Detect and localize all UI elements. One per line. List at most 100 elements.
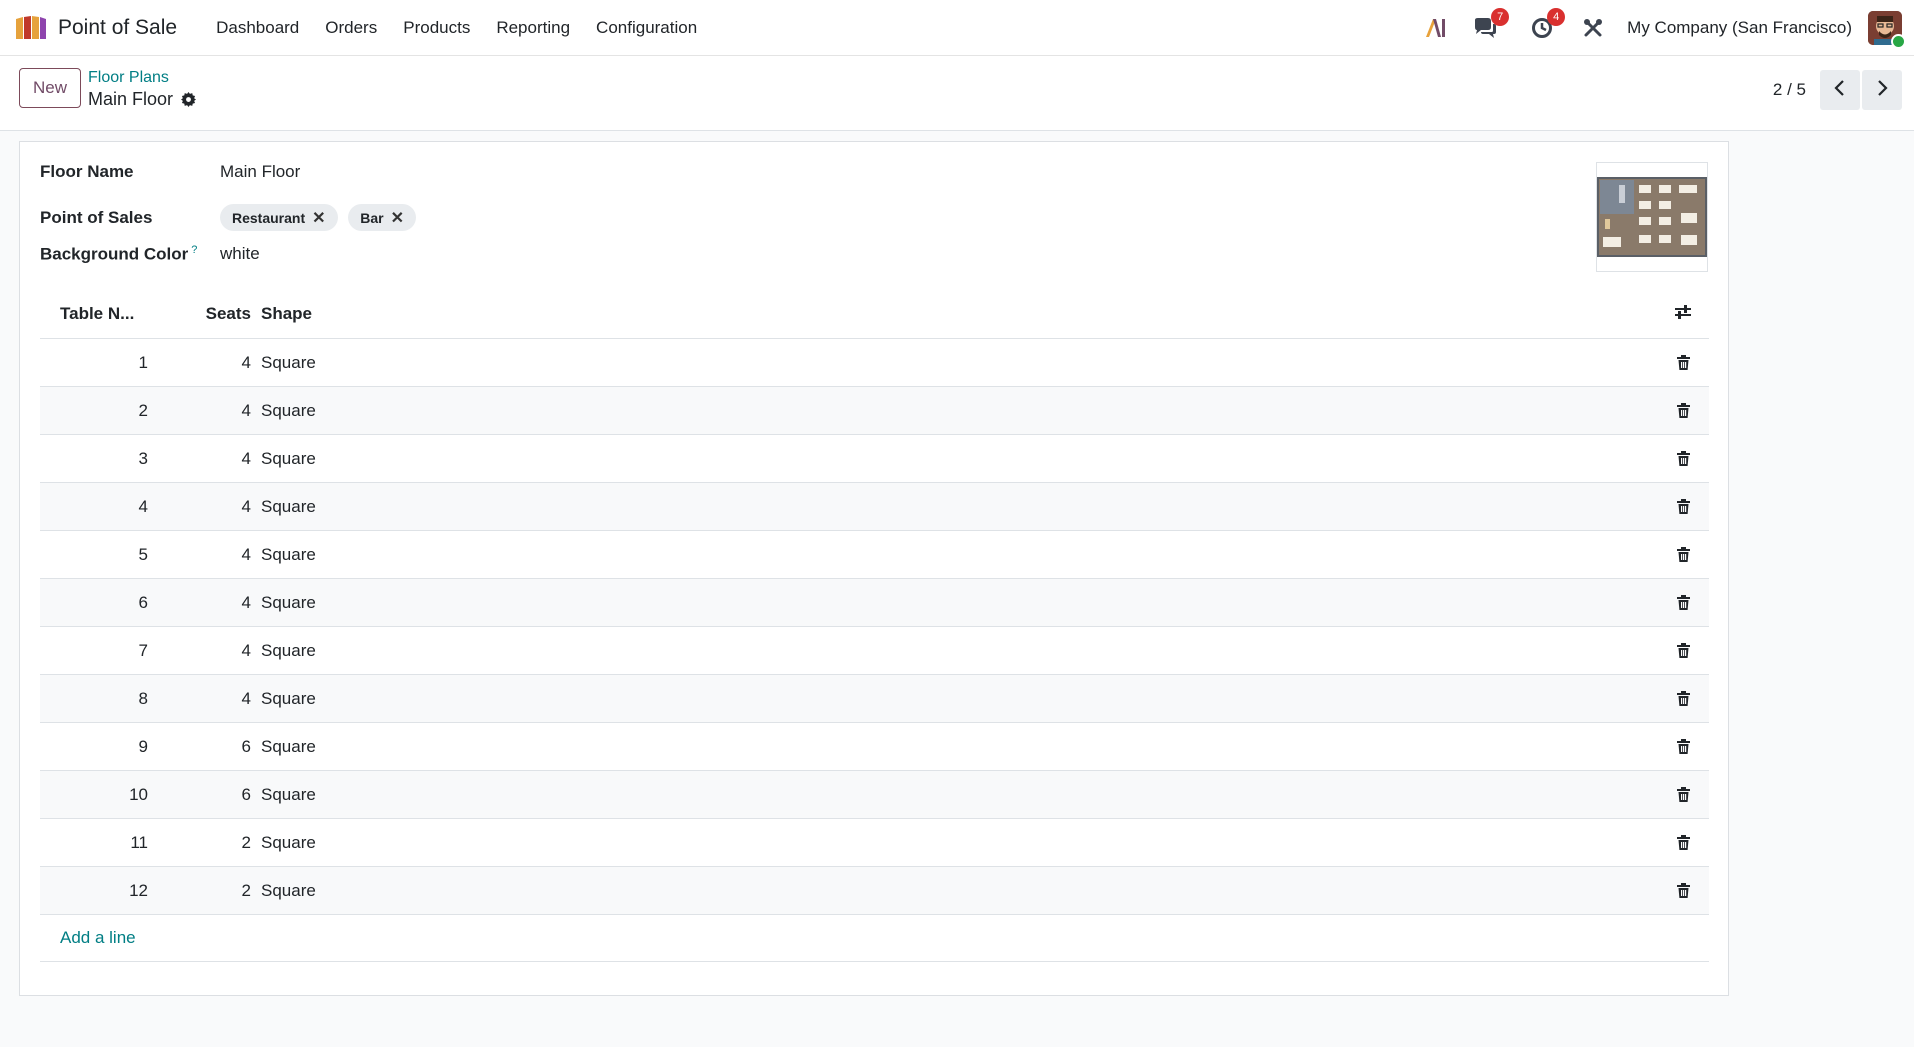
cell-seats[interactable]: 2 [148,881,251,901]
delete-row-button[interactable] [1657,643,1709,658]
pager-previous-button[interactable] [1820,70,1860,110]
chat-icon[interactable]: 7 [1473,7,1510,39]
clock-icon[interactable]: 4 [1531,7,1566,39]
trash-icon [1676,499,1690,514]
avatar[interactable] [1868,10,1906,49]
bg-color-label: Background Color? [40,244,220,265]
cell-table-number[interactable]: 10 [40,785,148,805]
menu-configuration[interactable]: Configuration [583,18,710,38]
delete-row-button[interactable] [1657,595,1709,610]
menu-reporting[interactable]: Reporting [483,18,583,38]
optional-columns-toggle[interactable] [1657,304,1709,325]
table-row[interactable]: 9 6 Square [40,723,1709,771]
breadcrumb-floor-plans[interactable]: Floor Plans [88,68,196,88]
table-row[interactable]: 2 4 Square [40,387,1709,435]
table-row[interactable]: 5 4 Square [40,531,1709,579]
floor-image[interactable] [1596,162,1708,272]
delete-row-button[interactable] [1657,787,1709,802]
cell-shape[interactable]: Square [251,497,1657,517]
cell-shape[interactable]: Square [251,641,1657,661]
gear-icon[interactable] [181,91,197,107]
table-row[interactable]: 1 4 Square [40,339,1709,387]
cell-table-number[interactable]: 1 [40,353,148,373]
cell-shape[interactable]: Square [251,353,1657,373]
delete-row-button[interactable] [1657,403,1709,418]
pos-tags-field[interactable]: Restaurant ✕ Bar ✕ [220,204,422,231]
delete-row-button[interactable] [1657,451,1709,466]
table-row[interactable]: 6 4 Square [40,579,1709,627]
cell-table-number[interactable]: 3 [40,449,148,469]
cell-seats[interactable]: 4 [148,401,251,421]
cell-seats[interactable]: 4 [148,353,251,373]
cell-table-number[interactable]: 12 [40,881,148,901]
cell-shape[interactable]: Square [251,401,1657,421]
column-shape[interactable]: Shape [251,304,1657,324]
cell-seats[interactable]: 6 [148,785,251,805]
table-row[interactable]: 3 4 Square [40,435,1709,483]
delete-row-button[interactable] [1657,691,1709,706]
bg-color-field[interactable]: white [220,244,260,264]
add-line-link[interactable]: Add a line [60,928,136,948]
menu-products[interactable]: Products [390,18,483,38]
cell-shape[interactable]: Square [251,881,1657,901]
cell-seats[interactable]: 4 [148,689,251,709]
bg-color-row: Background Color? white [40,244,260,265]
cell-seats[interactable]: 4 [148,593,251,613]
cell-table-number[interactable]: 6 [40,593,148,613]
delete-row-button[interactable] [1657,499,1709,514]
cell-table-number[interactable]: 7 [40,641,148,661]
pos-logo-icon[interactable] [14,15,48,41]
cell-table-number[interactable]: 8 [40,689,148,709]
close-icon[interactable]: ✕ [391,208,404,228]
cell-table-number[interactable]: 9 [40,737,148,757]
floor-name-field[interactable]: Main Floor [220,162,300,182]
cell-table-number[interactable]: 2 [40,401,148,421]
cell-table-number[interactable]: 11 [40,833,148,853]
cell-seats[interactable]: 2 [148,833,251,853]
cell-seats[interactable]: 4 [148,545,251,565]
table-row[interactable]: 4 4 Square [40,483,1709,531]
table-row[interactable]: 8 4 Square [40,675,1709,723]
floor-plan-thumbnail [1597,177,1707,257]
cell-seats[interactable]: 4 [148,641,251,661]
chevron-left-icon [1834,79,1846,101]
cell-shape[interactable]: Square [251,593,1657,613]
company-switcher[interactable]: My Company (San Francisco) [1627,18,1852,38]
ai-icon[interactable] [1425,18,1447,38]
table-row[interactable]: 12 2 Square [40,867,1709,915]
cell-shape[interactable]: Square [251,833,1657,853]
delete-row-button[interactable] [1657,355,1709,370]
new-button[interactable]: New [19,68,81,108]
floor-name-label: Floor Name [40,162,134,181]
delete-row-button[interactable] [1657,835,1709,850]
pager-value[interactable]: 2 / 5 [1773,80,1806,100]
cell-shape[interactable]: Square [251,689,1657,709]
help-tooltip-icon[interactable]: ? [191,244,197,256]
table-row[interactable]: 11 2 Square [40,819,1709,867]
cell-shape[interactable]: Square [251,545,1657,565]
delete-row-button[interactable] [1657,883,1709,898]
cell-shape[interactable]: Square [251,785,1657,805]
column-table-number[interactable]: Table N... [40,304,148,324]
table-row[interactable]: 10 6 Square [40,771,1709,819]
cell-seats[interactable]: 4 [148,449,251,469]
close-icon[interactable]: ✕ [312,208,325,228]
delete-row-button[interactable] [1657,739,1709,754]
pager-next-button[interactable] [1862,70,1902,110]
app-name[interactable]: Point of Sale [58,16,177,40]
menu-orders[interactable]: Orders [312,18,390,38]
main-menu: Dashboard Orders Products Reporting Conf… [203,18,710,38]
cell-table-number[interactable]: 4 [40,497,148,517]
cell-shape[interactable]: Square [251,737,1657,757]
tools-icon[interactable] [1583,18,1603,38]
cell-table-number[interactable]: 5 [40,545,148,565]
delete-row-button[interactable] [1657,547,1709,562]
cell-seats[interactable]: 6 [148,737,251,757]
menu-dashboard[interactable]: Dashboard [203,18,312,38]
cell-shape[interactable]: Square [251,449,1657,469]
table-row[interactable]: 7 4 Square [40,627,1709,675]
messages-badge: 7 [1491,7,1510,26]
record-title: Main Floor [88,89,174,109]
column-seats[interactable]: Seats [148,304,251,324]
cell-seats[interactable]: 4 [148,497,251,517]
